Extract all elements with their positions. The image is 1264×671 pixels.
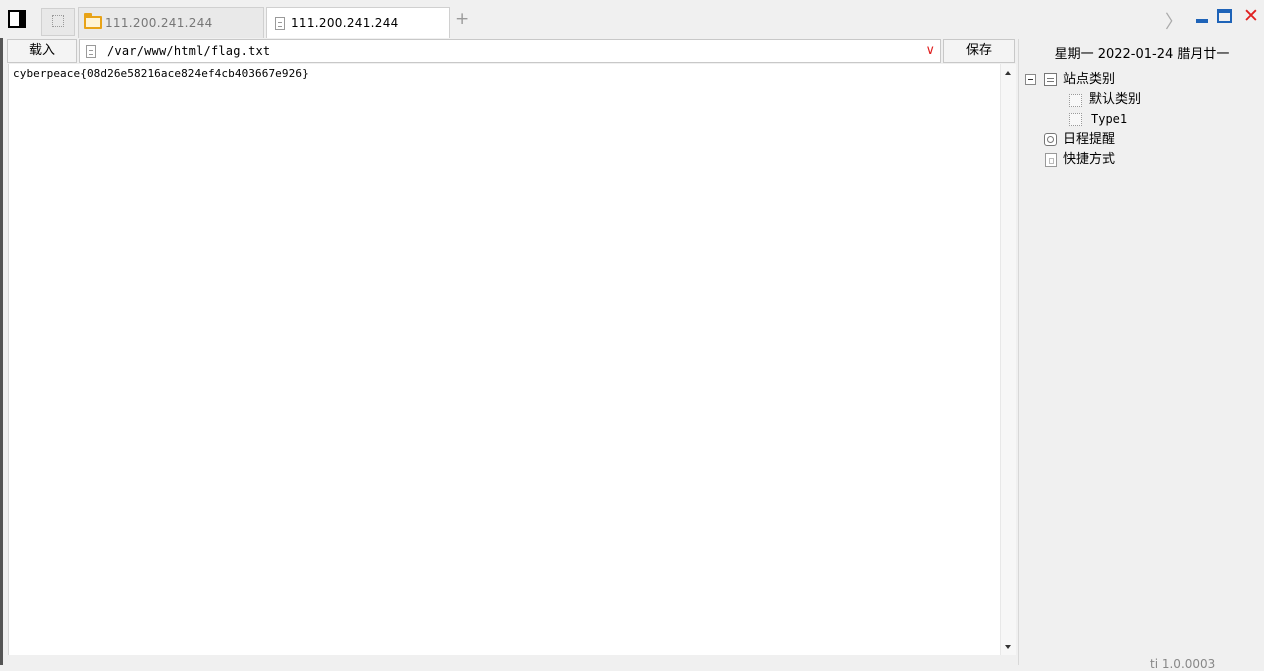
save-button[interactable]: 保存	[943, 39, 1015, 63]
chevron-right-icon[interactable]: 〉	[1165, 8, 1183, 34]
close-icon[interactable]: ✕	[1243, 5, 1259, 27]
shortcut-icon	[1045, 153, 1057, 167]
window-left-edge	[0, 38, 3, 665]
tab-folder[interactable]: 111.200.241.244	[78, 7, 264, 38]
tab-label: 111.200.241.244	[105, 16, 213, 30]
tree-label: 默认类别	[1089, 92, 1142, 107]
minimize-icon[interactable]	[1196, 19, 1208, 23]
file-icon	[86, 45, 96, 58]
file-icon	[275, 17, 285, 30]
tree-label: 站点类别	[1063, 72, 1116, 87]
address-bar: 载入 /var/www/html/flag.txt ∨ 保存	[0, 39, 1016, 63]
vertical-scrollbar[interactable]	[1000, 64, 1016, 655]
blank-tab[interactable]	[41, 8, 75, 36]
tree-item-default-category[interactable]: 默认类别	[1019, 91, 1259, 109]
tree-label: 快捷方式	[1063, 152, 1116, 167]
text-editor[interactable]: cyberpeace{08d26e58216ace824ef4cb403667e…	[8, 64, 1016, 655]
load-button[interactable]: 载入	[7, 39, 77, 63]
file-path-input[interactable]: /var/www/html/flag.txt ∨	[79, 39, 941, 63]
tab-label: 111.200.241.244	[291, 16, 399, 30]
tree-item-type1[interactable]: Type1	[1019, 110, 1259, 128]
tree-label: 日程提醒	[1063, 132, 1116, 147]
scroll-down-icon[interactable]	[1005, 645, 1011, 649]
tree-item-site-category[interactable]: 站点类别	[1019, 71, 1259, 89]
folder-icon	[84, 13, 102, 29]
dotted-square-icon	[1069, 94, 1082, 107]
side-panel: 星期一 2022-01-24 腊月廿一 站点类别 默认类别 Type1 日程提醒…	[1018, 39, 1264, 665]
maximize-icon[interactable]	[1217, 9, 1232, 23]
panel-toggle-icon[interactable]	[8, 10, 26, 28]
dotted-square-icon	[52, 15, 64, 27]
date-display: 星期一 2022-01-24 腊月廿一	[1054, 47, 1230, 62]
tab-file-active[interactable]: 111.200.241.244	[266, 7, 450, 38]
category-icon	[1044, 73, 1057, 86]
status-text: ti 1.0.0003	[1150, 657, 1216, 671]
tree-item-shortcuts[interactable]: 快捷方式	[1019, 151, 1259, 169]
tree-label: Type1	[1091, 112, 1128, 126]
tab-bar: 111.200.241.244 111.200.241.244 + 〉 ✕	[0, 0, 1264, 38]
collapse-icon[interactable]	[1025, 74, 1036, 85]
add-tab-button[interactable]: +	[455, 9, 469, 29]
clock-icon	[1044, 133, 1057, 146]
file-path-value: /var/www/html/flag.txt	[107, 44, 271, 58]
tree-item-schedule-reminder[interactable]: 日程提醒	[1019, 131, 1259, 149]
editor-content[interactable]: cyberpeace{08d26e58216ace824ef4cb403667e…	[13, 67, 309, 80]
dotted-square-icon	[1069, 113, 1082, 126]
chevron-down-icon[interactable]: ∨	[925, 43, 935, 58]
scroll-up-icon[interactable]	[1005, 71, 1011, 75]
